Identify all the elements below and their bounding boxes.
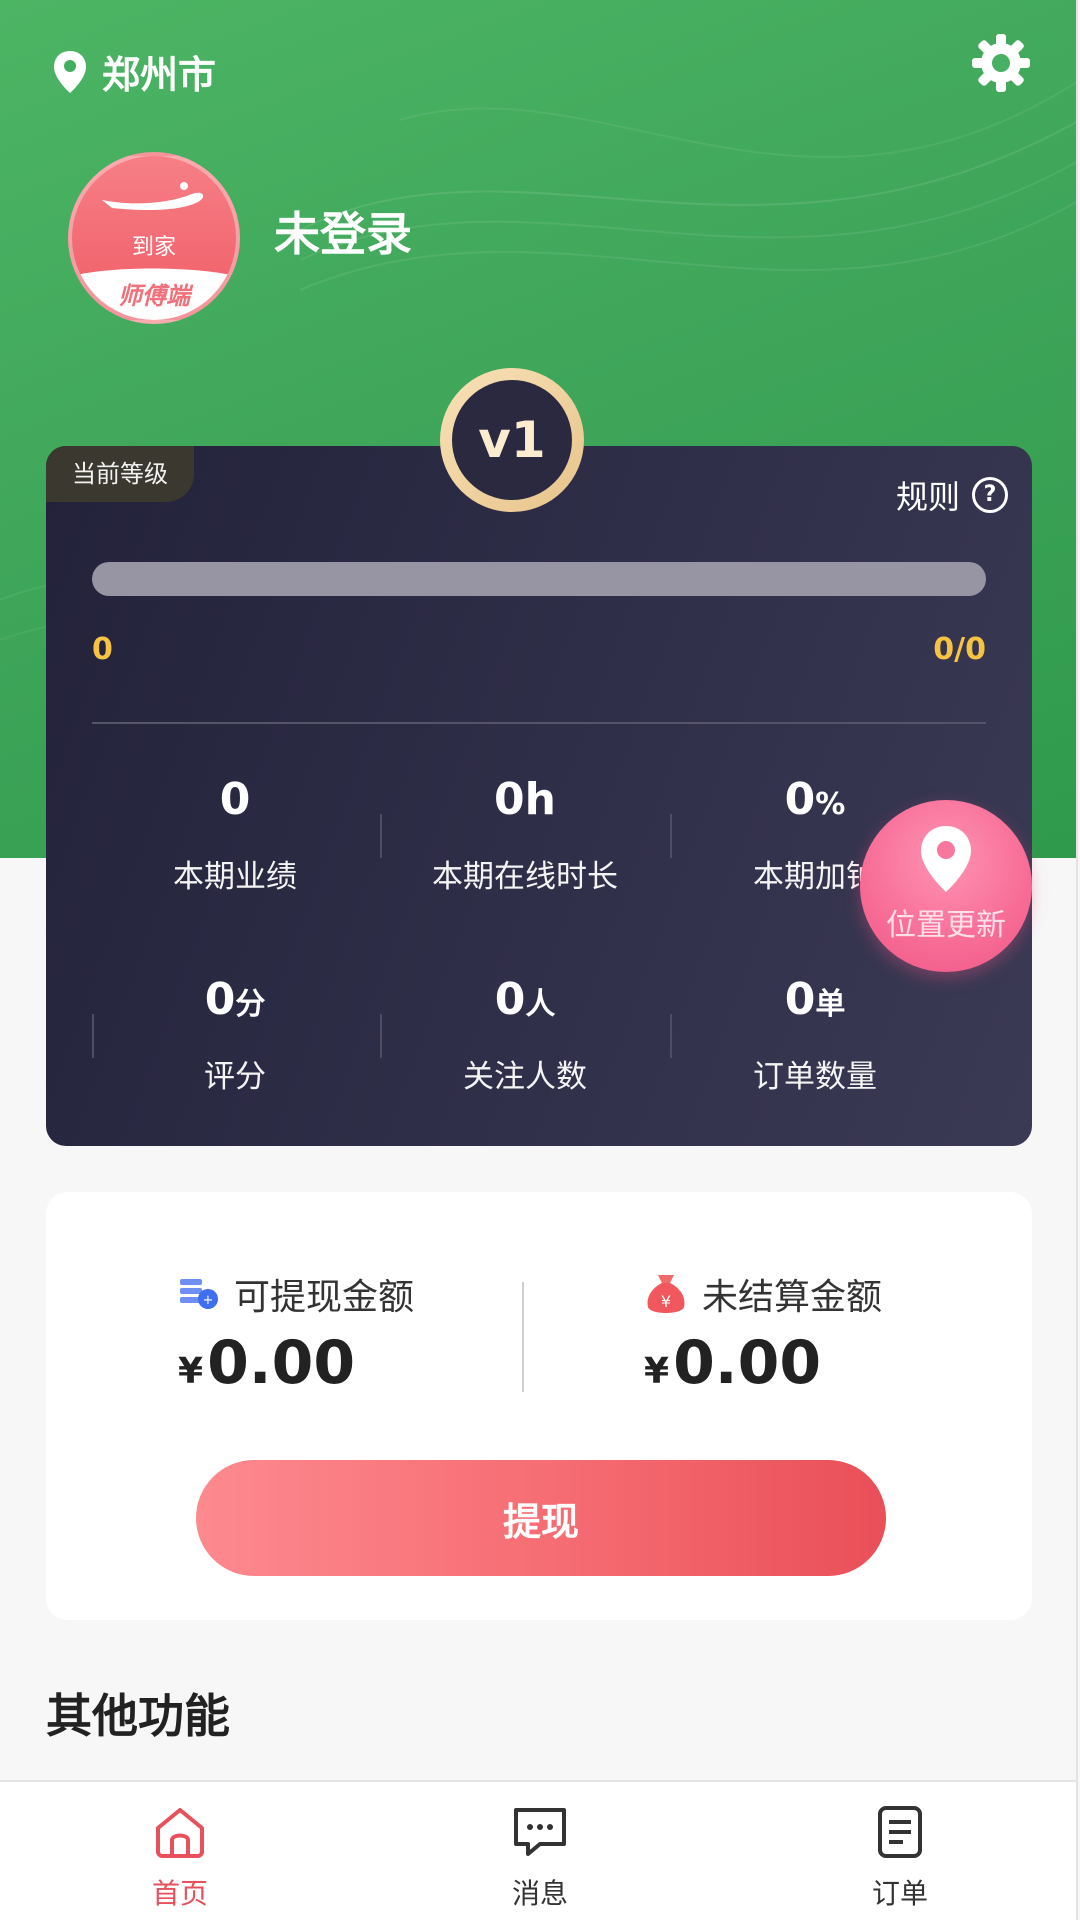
- withdraw-button[interactable]: 提现: [196, 1460, 886, 1576]
- tab-home[interactable]: 首页: [100, 1804, 260, 1912]
- stat-rating: 0分 评分: [90, 972, 380, 1096]
- stat-orders: 0单 订单数量: [670, 972, 960, 1096]
- stat-unit: %: [815, 787, 846, 822]
- bottom-tab-bar: 首页 消息 订单: [0, 1780, 1076, 1920]
- stat-unit: 人: [525, 987, 556, 1022]
- stat-label: 关注人数: [463, 1059, 587, 1095]
- progress-current: 0: [92, 632, 113, 667]
- gear-icon[interactable]: [968, 30, 1034, 96]
- rule-label: 规则: [895, 478, 960, 516]
- location-selector[interactable]: 郑州市: [52, 44, 216, 99]
- level-badge: v1: [440, 368, 584, 512]
- stat-separator: [92, 1014, 94, 1058]
- stat-value: 0: [204, 974, 236, 1025]
- stat-separator: [380, 814, 382, 858]
- stat-separator: [380, 1014, 382, 1058]
- login-status[interactable]: 未登录: [274, 198, 412, 264]
- wallet-divider: [522, 1282, 524, 1392]
- brand-logo-icon: 到家 师傅端: [72, 182, 236, 320]
- location-pin-icon: [921, 826, 971, 892]
- city-name: 郑州市: [102, 53, 217, 97]
- currency-symbol: ¥: [644, 1351, 670, 1392]
- money-bag-icon: ¥: [647, 1275, 685, 1313]
- stat-unit: 分: [235, 987, 266, 1022]
- rule-link[interactable]: 规则 ?: [896, 472, 1008, 518]
- stat-value: 0: [784, 974, 816, 1025]
- stat-followers: 0人 关注人数: [380, 972, 670, 1096]
- avatar-text-top: 到家: [132, 235, 176, 260]
- stat-separator: [670, 814, 672, 858]
- stat-label: 订单数量: [753, 1059, 877, 1095]
- stat-label: 本期在线时长: [432, 859, 618, 895]
- avatar[interactable]: 到家 师傅端: [68, 152, 240, 324]
- tab-label: 首页: [151, 1877, 208, 1910]
- unsettled-amount: 0.00: [673, 1328, 822, 1398]
- current-level-tag: 当前等级: [46, 446, 194, 502]
- currency-symbol: ¥: [178, 1351, 204, 1392]
- stat-separator: [670, 1014, 672, 1058]
- card-divider: [92, 722, 986, 724]
- stat-value: 0h: [494, 774, 556, 825]
- progress-ratio: 0/0: [933, 632, 986, 667]
- other-functions-title: 其他功能: [46, 1689, 230, 1743]
- home-icon: [156, 1808, 204, 1858]
- stat-label: 评分: [204, 1059, 266, 1095]
- avatar-text-bottom: 师傅端: [118, 282, 194, 310]
- stat-online-hours: 0h 本期在线时长: [380, 772, 670, 896]
- location-update-button[interactable]: 位置更新: [860, 800, 1032, 972]
- tab-label: 消息: [511, 1877, 568, 1910]
- document-icon: [878, 1806, 922, 1858]
- level-progress-bar: [92, 562, 986, 596]
- chat-bubble-icon: [514, 1808, 566, 1856]
- stat-performance: 0 本期业绩: [90, 772, 380, 896]
- wallet-card: + 可提现金额 ¥0.00 ¥ 未结算金额 ¥0.00 提现: [46, 1192, 1032, 1620]
- stat-value: 0: [219, 774, 251, 825]
- withdrawable-amount: 0.00: [207, 1328, 356, 1398]
- unsettled-balance: ¥ 未结算金额 ¥0.00: [644, 1268, 1004, 1398]
- stat-unit: 单: [815, 987, 846, 1022]
- withdrawable-balance: + 可提现金额 ¥0.00: [178, 1268, 538, 1398]
- stat-value: 0: [494, 974, 526, 1025]
- coins-icon: +: [180, 1279, 218, 1309]
- svg-text:¥: ¥: [661, 1292, 671, 1311]
- withdrawable-label: 可提现金额: [234, 1277, 415, 1318]
- stat-label: 本期业绩: [173, 859, 297, 895]
- svg-text:+: +: [203, 1293, 214, 1308]
- level-badge-text: v1: [452, 380, 572, 500]
- level-card: 当前等级 规则 ? 0 0/0 0 本期业绩 0h 本期在线时长 0% 本期加钟…: [46, 446, 1032, 1146]
- location-update-label: 位置更新: [886, 908, 1006, 943]
- tab-label: 订单: [871, 1877, 928, 1910]
- question-icon: ?: [972, 477, 1008, 513]
- app-frame: 郑州市 到家 师傅端 未登录 当前等级 规则 ? 0 0/0 0 本期业绩 0h…: [0, 0, 1078, 1920]
- unsettled-label: 未结算金额: [702, 1277, 883, 1318]
- location-pin-icon: [54, 50, 86, 93]
- stat-value: 0: [784, 774, 816, 825]
- tab-messages[interactable]: 消息: [460, 1804, 620, 1912]
- tab-orders[interactable]: 订单: [820, 1804, 980, 1912]
